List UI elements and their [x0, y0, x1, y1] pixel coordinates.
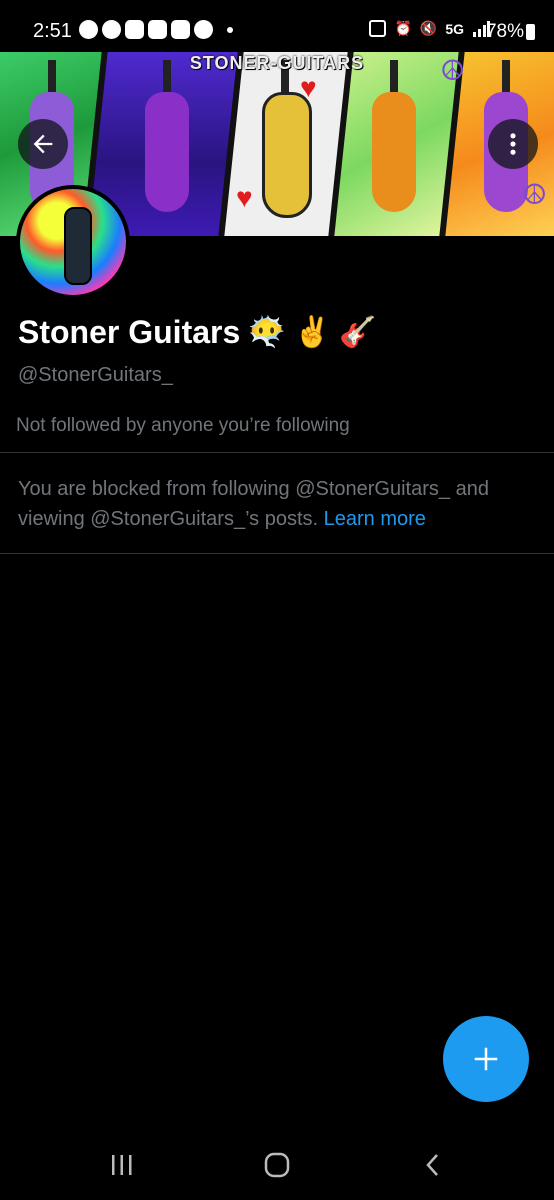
status-time: 2:51: [33, 20, 72, 42]
recents-icon: [112, 1155, 132, 1175]
more-vertical-icon: [510, 133, 516, 155]
profile-handle: @StonerGuitars_: [18, 364, 173, 386]
notification-icons: [79, 20, 233, 39]
guitar-character: [262, 92, 312, 218]
display-name: Stoner Guitars: [18, 314, 241, 350]
guitar-emoji: 🎸: [338, 315, 377, 349]
messages-icon: [79, 20, 98, 39]
alarm-icon: ⏰: [394, 20, 412, 36]
back-icon: [426, 1154, 438, 1176]
face-in-clouds-emoji: 😶‍🌫️: [248, 315, 286, 349]
divider: [0, 452, 554, 453]
instagram-icon: [125, 20, 144, 39]
heart-icon: ♥: [300, 72, 317, 103]
facebook-icon: [102, 20, 121, 39]
avatar[interactable]: [16, 185, 130, 299]
status-bar: 2:51 ⏰ 🔇 5G 78%: [0, 0, 554, 52]
divider: [0, 553, 554, 554]
plus-icon: [474, 1047, 498, 1071]
mute-icon: 🔇: [419, 20, 438, 36]
recents-button[interactable]: [102, 1148, 142, 1182]
learn-more-link[interactable]: Learn more: [324, 508, 426, 530]
system-icons: ⏰ 🔇 5G: [369, 20, 490, 37]
compose-post-button[interactable]: [443, 1016, 529, 1102]
network-type: 5G: [445, 20, 464, 37]
banner-title: STONER-GUITARS: [189, 53, 365, 73]
battery-percent: 78%: [485, 21, 524, 42]
instagram-icon: [171, 20, 190, 39]
more-notifications-dot-icon: [227, 26, 233, 33]
more-options-button[interactable]: [488, 119, 538, 169]
back-nav-button[interactable]: [413, 1148, 453, 1182]
heart-icon: ♥: [236, 182, 253, 213]
profile-name-row: Stoner Guitars 😶‍🌫️ ✌️ 🎸: [18, 314, 376, 351]
arrow-left-icon: [33, 134, 53, 154]
blocked-notice: You are blocked from following @StonerGu…: [18, 474, 543, 534]
battery-icon: [526, 24, 535, 40]
victory-hand-emoji: ✌️: [293, 315, 331, 349]
guitar-character: [145, 92, 189, 212]
snapchat-icon: [194, 20, 213, 39]
nfc-icon: [369, 20, 387, 37]
home-button[interactable]: [257, 1148, 297, 1182]
peace-icon: ☮: [522, 179, 548, 210]
avatar-guitar-figure: [64, 207, 92, 285]
followed-by-text: Not followed by anyone you’re following: [16, 415, 350, 436]
guitar-character: [372, 92, 416, 212]
home-icon: [264, 1152, 290, 1178]
back-button[interactable]: [18, 119, 68, 169]
instagram-icon: [148, 20, 167, 39]
system-navigation-bar: [0, 1130, 554, 1200]
